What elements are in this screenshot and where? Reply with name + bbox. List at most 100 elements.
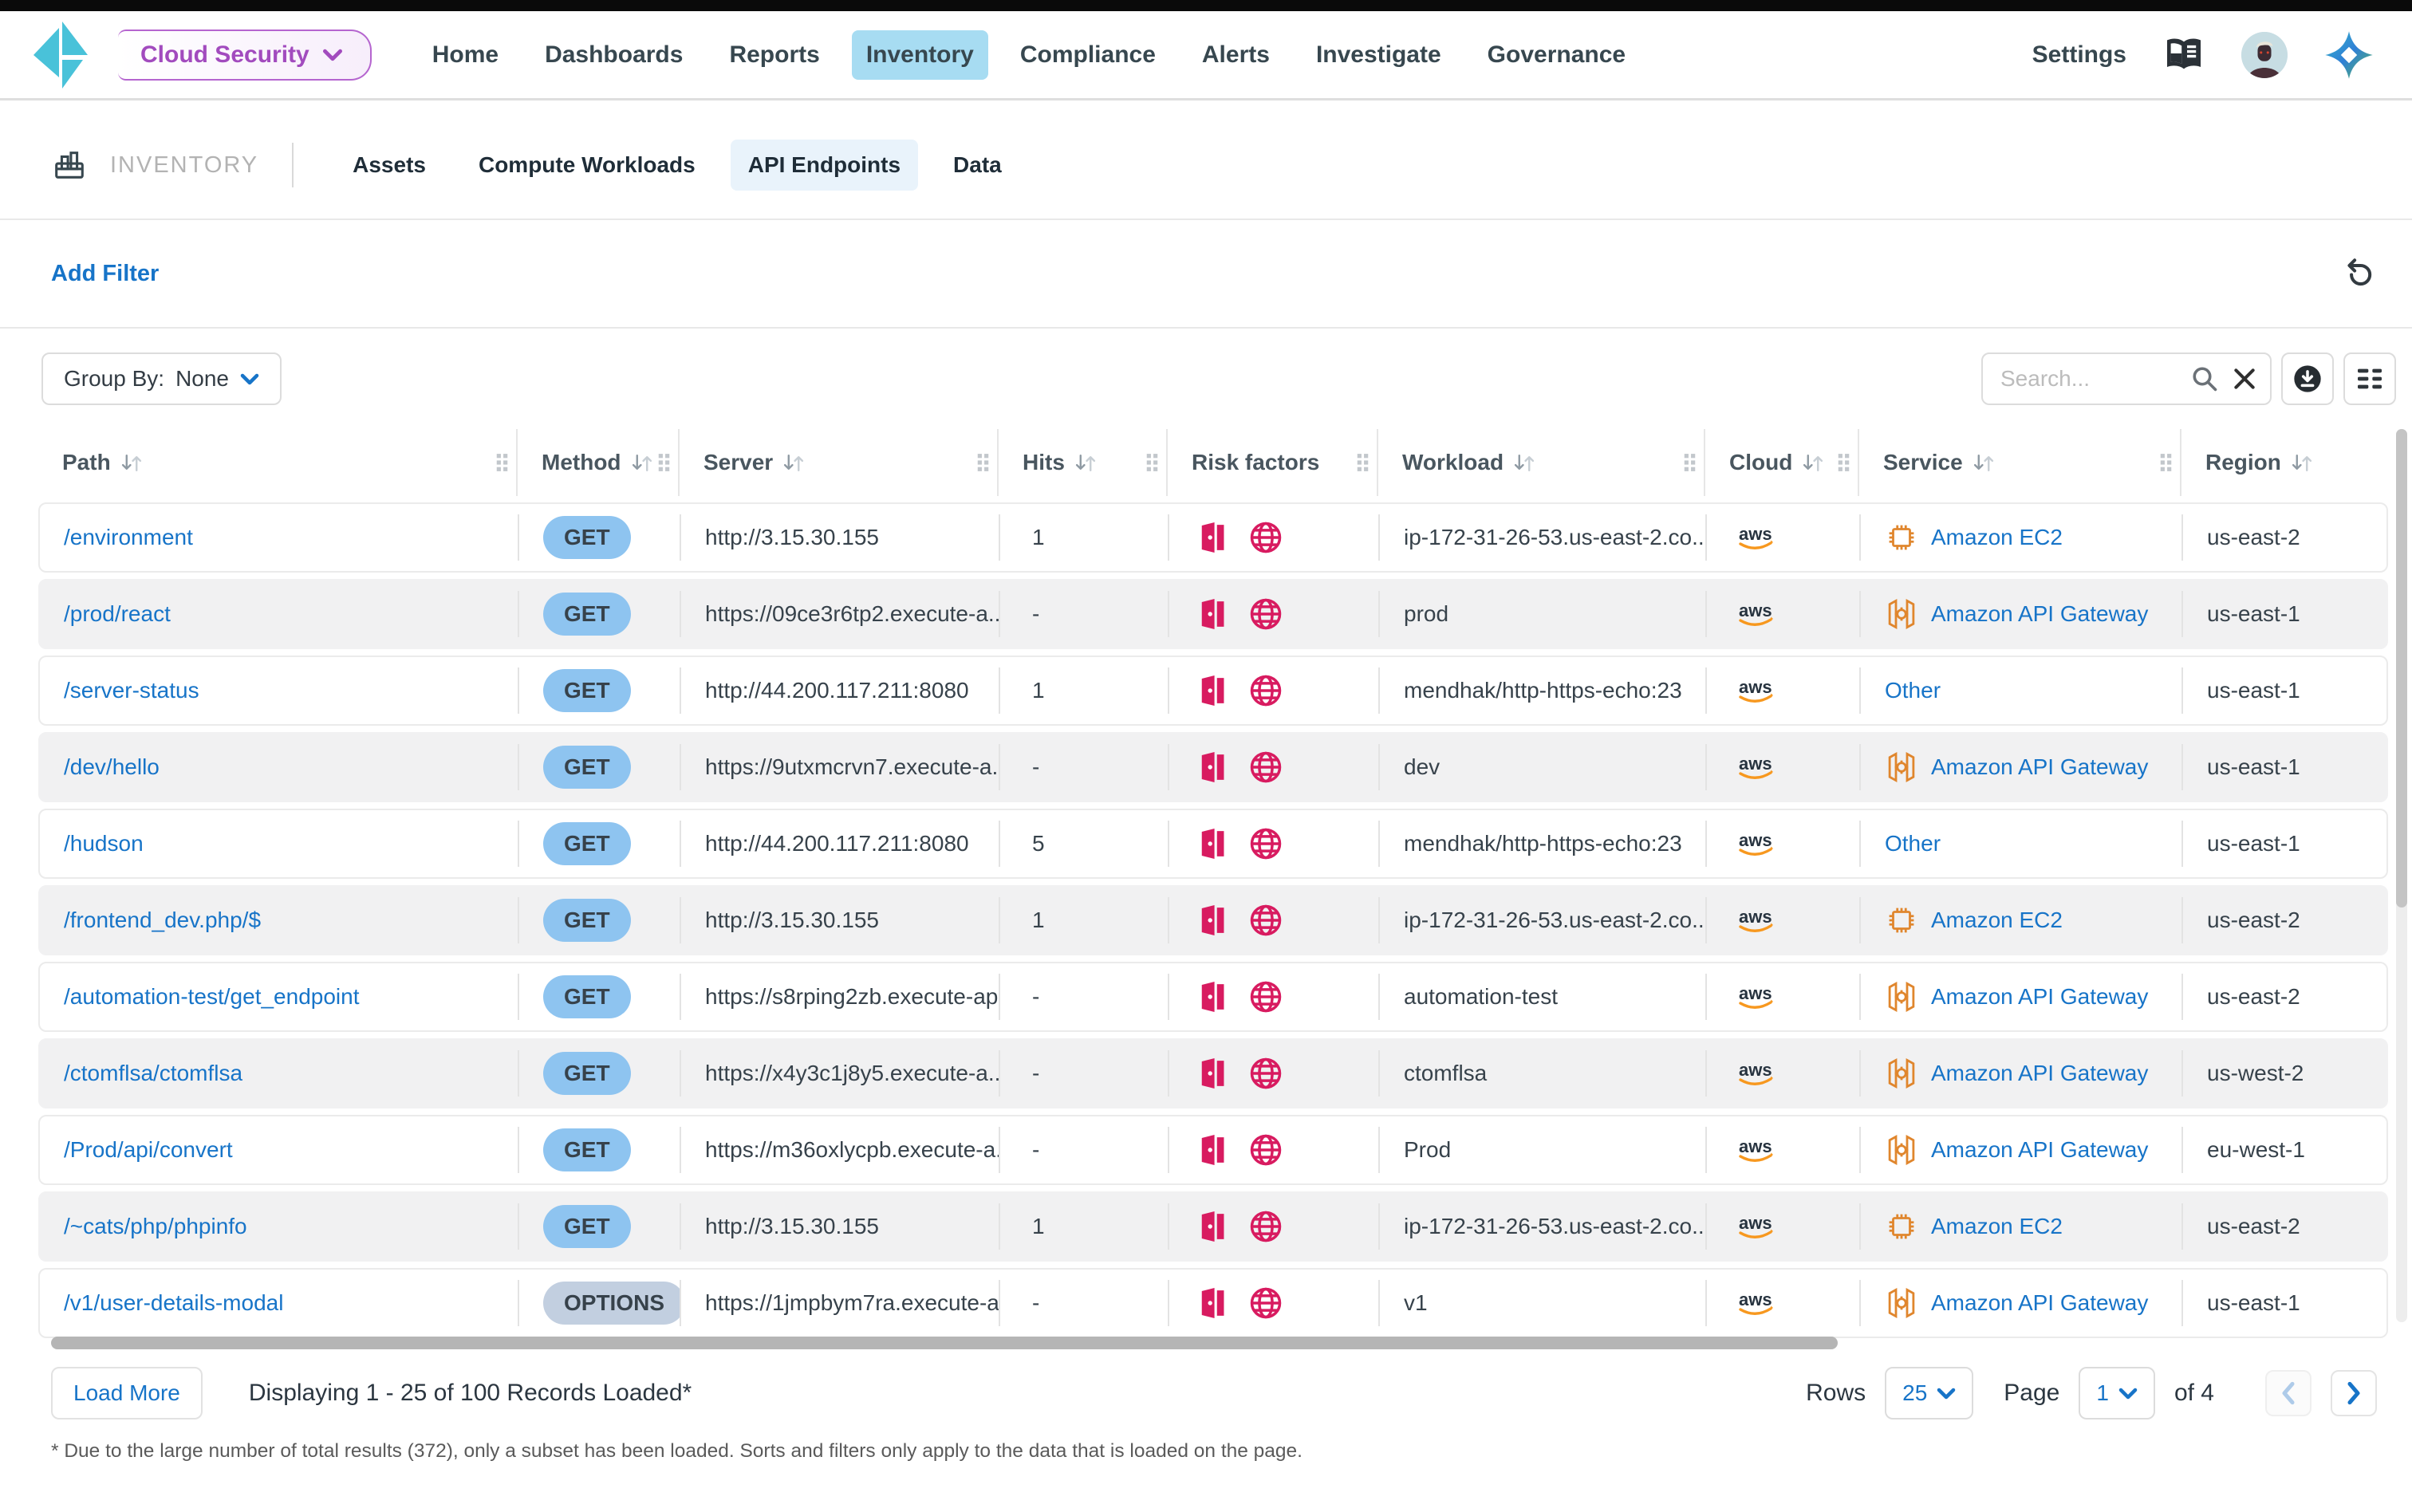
globe-risk-icon[interactable] xyxy=(1249,904,1283,937)
path-link[interactable]: /Prod/api/convert xyxy=(64,1137,233,1163)
path-link[interactable]: /hudson xyxy=(64,831,144,856)
nav-item-reports[interactable]: Reports xyxy=(715,30,834,80)
path-link[interactable]: /~cats/php/phpinfo xyxy=(64,1214,247,1239)
service-link[interactable]: Amazon API Gateway xyxy=(1931,1137,2148,1163)
service-link[interactable]: Amazon API Gateway xyxy=(1931,984,2148,1010)
docs-book-icon[interactable] xyxy=(2163,37,2205,73)
column-header-service[interactable]: Service xyxy=(1859,429,2181,496)
drag-grip-icon[interactable] xyxy=(1355,452,1370,474)
globe-risk-icon[interactable] xyxy=(1249,1057,1283,1090)
sort-icon[interactable] xyxy=(629,452,655,474)
orca-logo-icon[interactable] xyxy=(29,18,97,92)
download-button[interactable] xyxy=(2281,352,2334,405)
group-by-dropdown[interactable]: Group By: None xyxy=(41,352,282,405)
clear-search-icon[interactable] xyxy=(2232,366,2257,392)
sort-icon[interactable] xyxy=(1073,452,1098,474)
service-link[interactable]: Amazon EC2 xyxy=(1931,1214,2063,1239)
table-row[interactable]: /frontend_dev.php/$GEThttp://3.15.30.155… xyxy=(38,885,2388,955)
drag-grip-icon[interactable] xyxy=(1682,452,1697,474)
globe-risk-icon[interactable] xyxy=(1249,1286,1283,1320)
globe-risk-icon[interactable] xyxy=(1249,521,1283,554)
table-row[interactable]: /~cats/php/phpinfoGEThttp://3.15.30.1551… xyxy=(38,1191,2388,1262)
ai-sparkle-icon[interactable] xyxy=(2324,30,2374,80)
door-open-risk-icon[interactable] xyxy=(1198,904,1228,937)
settings-link[interactable]: Settings xyxy=(2032,41,2126,69)
nav-item-inventory[interactable]: Inventory xyxy=(852,30,988,80)
nav-item-compliance[interactable]: Compliance xyxy=(1006,30,1170,80)
service-link[interactable]: Other xyxy=(1885,678,1941,703)
column-header-method[interactable]: Method xyxy=(518,429,680,496)
nav-item-home[interactable]: Home xyxy=(418,30,513,80)
page-select[interactable]: 1 xyxy=(2079,1367,2155,1419)
sort-icon[interactable] xyxy=(1511,452,1537,474)
column-header-server[interactable]: Server xyxy=(680,429,999,496)
table-row[interactable]: /ctomflsa/ctomflsaGEThttps://x4y3c1j8y5.… xyxy=(38,1038,2388,1108)
next-page-button[interactable] xyxy=(2331,1370,2377,1416)
table-row[interactable]: /hudsonGEThttp://44.200.117.211:80805men… xyxy=(38,809,2388,879)
product-switcher[interactable]: Cloud Security xyxy=(118,30,372,81)
table-row[interactable]: /dev/helloGEThttps://9utxmcrvn7.execute-… xyxy=(38,732,2388,802)
prev-page-button[interactable] xyxy=(2265,1370,2312,1416)
search-input[interactable] xyxy=(2000,366,2184,392)
door-open-risk-icon[interactable] xyxy=(1198,980,1228,1014)
door-open-risk-icon[interactable] xyxy=(1198,1210,1228,1243)
door-open-risk-icon[interactable] xyxy=(1198,750,1228,784)
path-link[interactable]: /frontend_dev.php/$ xyxy=(64,908,261,933)
door-open-risk-icon[interactable] xyxy=(1198,597,1228,631)
column-header-path[interactable]: Path xyxy=(38,429,518,496)
table-row[interactable]: /Prod/api/convertGEThttps://m36oxlycpb.e… xyxy=(38,1115,2388,1185)
path-link[interactable]: /environment xyxy=(64,525,193,550)
door-open-risk-icon[interactable] xyxy=(1198,1133,1228,1167)
globe-risk-icon[interactable] xyxy=(1249,674,1283,707)
globe-risk-icon[interactable] xyxy=(1249,1133,1283,1167)
nav-item-alerts[interactable]: Alerts xyxy=(1188,30,1284,80)
add-filter-button[interactable]: Add Filter xyxy=(51,261,159,287)
tab-api-endpoints[interactable]: API Endpoints xyxy=(731,140,918,191)
nav-item-governance[interactable]: Governance xyxy=(1473,30,1640,80)
door-open-risk-icon[interactable] xyxy=(1198,827,1228,860)
path-link[interactable]: /dev/hello xyxy=(64,754,160,780)
table-row[interactable]: /environmentGEThttp://3.15.30.1551ip-172… xyxy=(38,502,2388,573)
path-link[interactable]: /automation-test/get_endpoint xyxy=(64,984,359,1010)
sort-icon[interactable] xyxy=(119,452,144,474)
service-link[interactable]: Amazon EC2 xyxy=(1931,525,2063,550)
globe-risk-icon[interactable] xyxy=(1249,750,1283,784)
globe-risk-icon[interactable] xyxy=(1249,980,1283,1014)
table-row[interactable]: /server-statusGEThttp://44.200.117.211:8… xyxy=(38,656,2388,726)
column-header-workload[interactable]: Workload xyxy=(1378,429,1705,496)
drag-grip-icon[interactable] xyxy=(656,452,672,474)
globe-risk-icon[interactable] xyxy=(1249,1210,1283,1243)
door-open-risk-icon[interactable] xyxy=(1198,674,1228,707)
column-header-cloud[interactable]: Cloud xyxy=(1705,429,1859,496)
drag-grip-icon[interactable] xyxy=(1836,452,1851,474)
service-link[interactable]: Amazon API Gateway xyxy=(1931,1061,2148,1086)
vertical-scrollbar[interactable] xyxy=(2396,429,2407,1322)
table-row[interactable]: /v1/user-details-modalOPTIONShttps://1jm… xyxy=(38,1268,2388,1338)
path-link[interactable]: /ctomflsa/ctomflsa xyxy=(64,1061,242,1086)
tab-assets[interactable]: Assets xyxy=(335,140,443,191)
table-row[interactable]: /automation-test/get_endpointGEThttps://… xyxy=(38,962,2388,1032)
load-more-button[interactable]: Load More xyxy=(51,1367,203,1419)
path-link[interactable]: /prod/react xyxy=(64,601,171,627)
service-link[interactable]: Amazon EC2 xyxy=(1931,908,2063,933)
nav-item-dashboards[interactable]: Dashboards xyxy=(530,30,697,80)
nav-item-investigate[interactable]: Investigate xyxy=(1302,30,1456,80)
service-link[interactable]: Other xyxy=(1885,831,1941,856)
service-link[interactable]: Amazon API Gateway xyxy=(1931,1290,2148,1316)
column-header-region[interactable]: Region xyxy=(2181,429,2388,496)
columns-button[interactable] xyxy=(2343,352,2396,405)
sort-icon[interactable] xyxy=(2289,452,2315,474)
path-link[interactable]: /v1/user-details-modal xyxy=(64,1290,283,1316)
path-link[interactable]: /server-status xyxy=(64,678,199,703)
door-open-risk-icon[interactable] xyxy=(1198,1286,1228,1320)
sort-icon[interactable] xyxy=(781,452,806,474)
drag-grip-icon[interactable] xyxy=(2158,452,2174,474)
door-open-risk-icon[interactable] xyxy=(1198,1057,1228,1090)
horizontal-scrollbar[interactable] xyxy=(51,1337,1838,1349)
globe-risk-icon[interactable] xyxy=(1249,827,1283,860)
column-header-hits[interactable]: Hits xyxy=(999,429,1168,496)
service-link[interactable]: Amazon API Gateway xyxy=(1931,601,2148,627)
globe-risk-icon[interactable] xyxy=(1249,597,1283,631)
sort-icon[interactable] xyxy=(1971,452,1996,474)
reset-filters-icon[interactable] xyxy=(2337,250,2380,297)
